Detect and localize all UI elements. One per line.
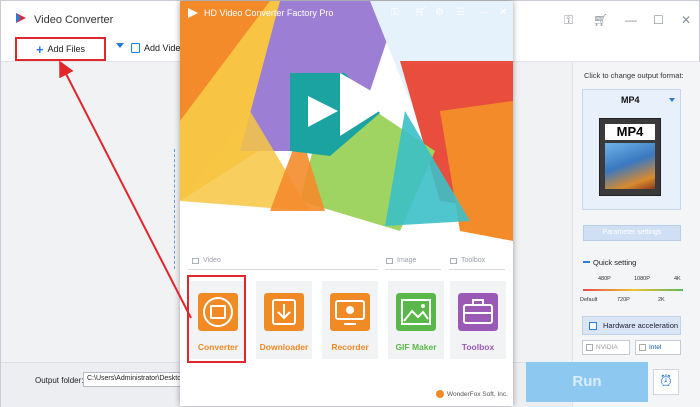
screen-recorder-icon <box>330 293 370 331</box>
nvidia-label: NVIDIA <box>596 344 618 351</box>
wonderfox-icon <box>436 390 444 398</box>
copyright: WonderFox Soft, Inc. <box>436 390 508 398</box>
add-files-label: Add Files <box>47 44 86 54</box>
plus-icon: + <box>35 41 44 57</box>
mp4-icon-label: MP4 <box>605 124 655 140</box>
recorder-label: Recorder <box>331 342 369 352</box>
image-section-divider <box>385 269 441 270</box>
toolbox-tile[interactable]: Toolbox <box>450 281 506 359</box>
format-name: MP4 <box>621 95 640 105</box>
downloader-tile[interactable]: Downloader <box>256 281 312 359</box>
alarm-clock-icon[interactable]: ⏰︎ <box>653 369 679 395</box>
screenshot-stage: Video Converter ⚿ 🛒︎ — ☐ ✕ + Add Files A… <box>0 0 700 407</box>
add-files-button[interactable]: + Add Files <box>15 37 106 61</box>
nvidia-option[interactable]: NVIDIA <box>582 340 630 355</box>
maximize-icon[interactable]: ☐ <box>653 13 664 27</box>
video-folder-icon <box>131 43 140 53</box>
gif-maker-tile[interactable]: GIF Maker <box>388 281 444 359</box>
quick-setting-label: Quick setting <box>593 258 637 267</box>
balloon-image-icon <box>605 143 655 189</box>
key-icon[interactable]: ⚿ <box>564 13 573 28</box>
downloader-label: Downloader <box>259 342 309 352</box>
output-folder-field[interactable]: C:\Users\Administrator\Desktop <box>83 372 183 387</box>
quality-tick-720p: 720P <box>617 297 630 303</box>
image-section-icon <box>386 257 393 264</box>
run-button[interactable]: Run <box>526 362 648 402</box>
close-icon[interactable]: ✕ <box>499 7 507 18</box>
cart-icon[interactable]: 🛒︎ <box>593 13 608 27</box>
intel-label: Intel <box>649 344 662 351</box>
quality-slider[interactable] <box>583 289 683 291</box>
close-icon[interactable]: ✕ <box>681 13 691 27</box>
window-title: HD Video Converter Factory Pro <box>204 8 334 18</box>
format-hint: Click to change output format: <box>584 71 684 80</box>
quality-tick-480p: 480P <box>598 276 611 282</box>
gif-image-icon <box>396 293 436 331</box>
key-icon[interactable]: ⚿ <box>391 7 399 18</box>
minimize-icon[interactable]: — <box>479 7 489 18</box>
app-logo-icon <box>16 13 26 23</box>
hardware-acceleration-checkbox-icon <box>589 321 597 330</box>
intel-option[interactable]: Intel <box>635 340 681 355</box>
toolbox-icon <box>458 293 498 331</box>
intel-checkbox-icon <box>639 344 646 351</box>
quality-tick-2k: 2K <box>658 297 665 303</box>
quick-setting-marker <box>583 261 590 263</box>
add-video-button[interactable]: Add Video <box>131 43 185 53</box>
video-section-divider <box>188 269 378 270</box>
converter-highlight-frame <box>187 275 246 363</box>
quality-tick-4k: 4K <box>674 276 681 282</box>
mp4-format-icon[interactable]: MP4 <box>599 118 661 196</box>
video-section-label: Video <box>192 257 221 264</box>
download-icon <box>264 293 304 331</box>
minimize-icon[interactable]: — <box>625 13 637 27</box>
parameter-settings-button[interactable]: Parameter settings <box>583 225 681 241</box>
output-folder-label: Output folder: <box>35 376 84 385</box>
banner-artwork <box>180 1 513 249</box>
settings-icon[interactable]: ⚙ <box>435 7 444 18</box>
toolbox-section-label: Toolbox <box>450 257 485 264</box>
dropdown-arrow-icon[interactable] <box>116 43 124 48</box>
toolbox-label: Toolbox <box>461 342 495 352</box>
image-section-label: Image <box>386 257 416 264</box>
video-section-icon <box>192 257 199 264</box>
gif-maker-label: GIF Maker <box>395 342 437 352</box>
quality-tick-default: Default <box>580 297 598 303</box>
cart-icon[interactable]: 🛒︎ <box>414 7 427 18</box>
format-dropdown-icon[interactable] <box>669 98 675 102</box>
quality-tick-1080p: 1080P <box>634 276 650 282</box>
hardware-acceleration-button[interactable]: Hardware acceleration <box>582 316 681 335</box>
menu-list-icon[interactable]: ☰ <box>456 7 465 18</box>
window-title: Video Converter <box>34 14 114 26</box>
recorder-tile[interactable]: Recorder <box>322 281 378 359</box>
hardware-acceleration-label: Hardware acceleration <box>603 321 679 330</box>
toolbox-section-icon <box>450 257 457 264</box>
toolbox-section-divider <box>449 269 505 270</box>
nvidia-checkbox-icon <box>586 344 593 351</box>
wonderfox-logo-icon <box>188 8 198 18</box>
